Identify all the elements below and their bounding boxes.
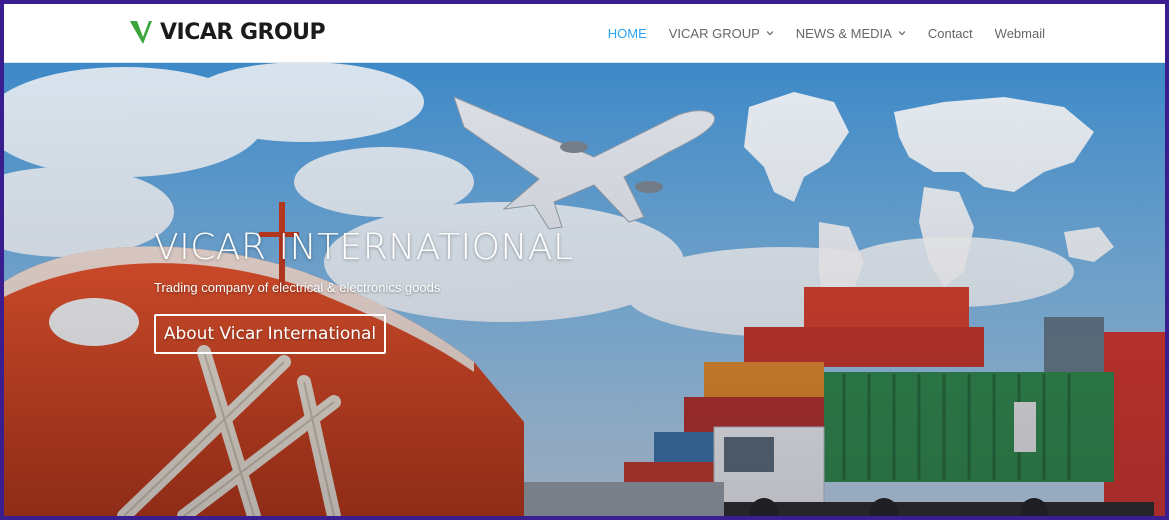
logo-text: VICAR GROUP xyxy=(160,19,326,45)
logo[interactable]: VICAR GROUP xyxy=(128,14,326,50)
hero-banner: VICAR INTERNATIONAL Trading company of e… xyxy=(4,62,1165,516)
nav-label: VICAR GROUP xyxy=(668,25,760,41)
chevron-down-icon xyxy=(898,31,906,36)
chevron-down-icon xyxy=(766,31,774,36)
about-button[interactable]: About Vicar International xyxy=(154,314,386,354)
logo-v-icon xyxy=(130,21,152,44)
nav-label: Contact xyxy=(927,25,973,41)
nav-item-webmail[interactable]: Webmail xyxy=(995,26,1045,41)
nav-label: Webmail xyxy=(994,25,1045,41)
nav-item-contact[interactable]: Contact xyxy=(928,26,973,41)
nav-label: HOME xyxy=(607,25,647,41)
nav-item-news-media[interactable]: NEWS & MEDIA xyxy=(796,26,906,41)
hero-subtitle: Trading company of electrical & electron… xyxy=(154,280,441,295)
nav-item-vicar-group[interactable]: VICAR GROUP xyxy=(669,26,774,41)
site-header: VICAR GROUP HOME VICAR GROUP NEWS & MEDI… xyxy=(4,4,1165,63)
hero-title: VICAR INTERNATIONAL xyxy=(154,227,574,268)
browser-page: VICAR GROUP HOME VICAR GROUP NEWS & MEDI… xyxy=(4,4,1165,516)
nav-item-home[interactable]: HOME xyxy=(608,26,647,41)
nav-label: NEWS & MEDIA xyxy=(795,25,892,41)
main-nav: HOME VICAR GROUP NEWS & MEDIA Contact We… xyxy=(586,4,1045,62)
